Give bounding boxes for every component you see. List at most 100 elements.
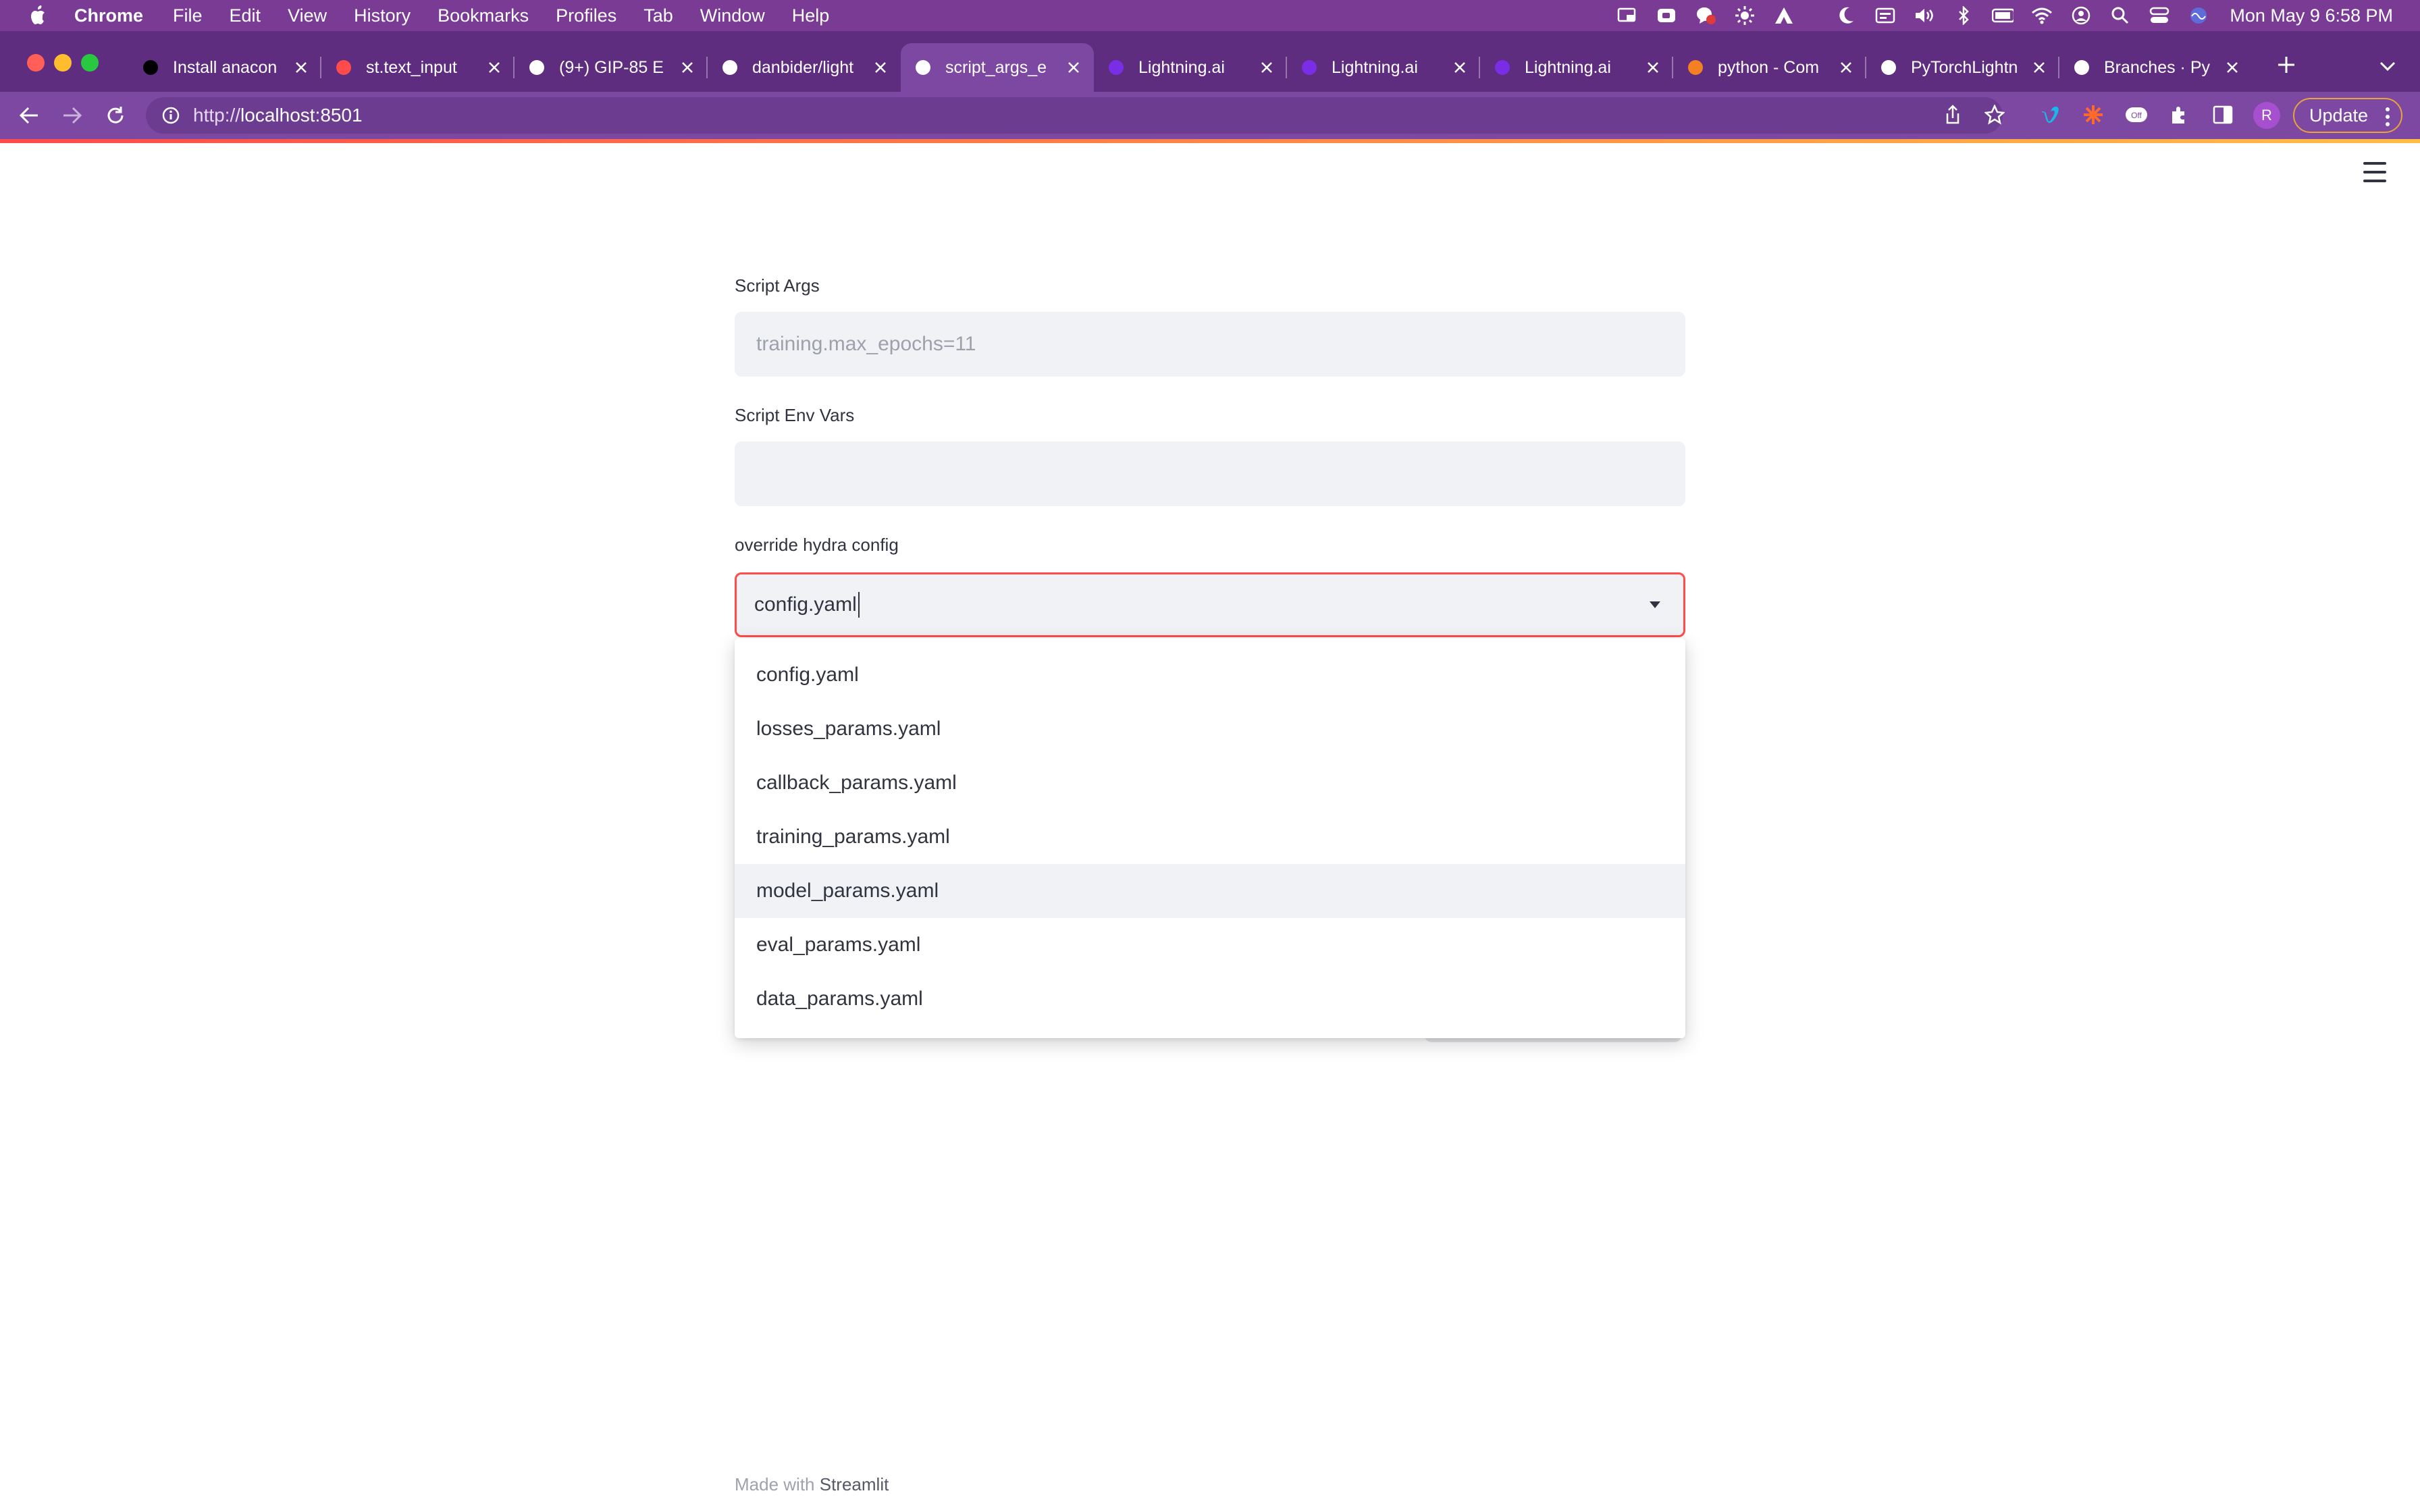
notion-icon xyxy=(527,57,547,78)
tab-close-icon[interactable] xyxy=(1837,58,1856,77)
url-scheme: http:// xyxy=(193,105,241,126)
browser-tab[interactable]: Lightning.ai xyxy=(1287,43,1480,92)
apple-logo-icon[interactable] xyxy=(27,4,50,27)
github-icon xyxy=(2072,57,2092,78)
menu-edit[interactable]: Edit xyxy=(230,5,261,26)
url-text[interactable]: http://localhost:8501 xyxy=(193,105,363,126)
cookie-extension-icon[interactable]: Off xyxy=(2123,101,2150,128)
forward-arrow-icon[interactable] xyxy=(58,101,86,130)
browser-tab[interactable]: script_args_e xyxy=(901,43,1094,92)
tab-close-icon[interactable] xyxy=(1064,58,1083,77)
hamburger-menu-icon[interactable] xyxy=(2363,162,2386,182)
streamlit-link[interactable]: Streamlit xyxy=(820,1474,889,1494)
update-button[interactable]: Update xyxy=(2293,98,2402,133)
siri-icon[interactable] xyxy=(2188,5,2209,26)
tab-close-icon[interactable] xyxy=(678,58,697,77)
battery-icon[interactable] xyxy=(1992,5,2014,26)
asterisk-extension-icon[interactable] xyxy=(2080,101,2107,128)
window-zoom-button[interactable] xyxy=(81,54,99,72)
tab-close-icon[interactable] xyxy=(1257,58,1276,77)
browser-tab[interactable]: (9+) GIP-85 E xyxy=(515,43,708,92)
caret-down-icon[interactable] xyxy=(1648,600,1662,610)
notification-badge-icon[interactable] xyxy=(1695,5,1716,26)
dropdown-option[interactable]: callback_params.yaml xyxy=(735,756,1685,810)
menu-bookmarks[interactable]: Bookmarks xyxy=(438,5,529,26)
tab-close-icon[interactable] xyxy=(1450,58,1469,77)
menu-profiles[interactable]: Profiles xyxy=(556,5,616,26)
browser-tab[interactable]: Install anacon xyxy=(128,43,321,92)
site-info-icon[interactable] xyxy=(161,105,181,126)
script-env-vars-input[interactable] xyxy=(756,462,1685,485)
browser-tab[interactable]: danbider/light xyxy=(708,43,901,92)
dropdown-option[interactable]: config.yaml xyxy=(735,648,1685,702)
side-panel-icon[interactable] xyxy=(2209,101,2236,128)
menu-file[interactable]: File xyxy=(173,5,203,26)
kebab-menu-icon[interactable] xyxy=(2385,107,2390,126)
volume-icon[interactable] xyxy=(1914,5,1935,26)
screen-share-icon[interactable] xyxy=(1616,5,1638,26)
menu-tab[interactable]: Tab xyxy=(643,5,673,26)
menu-window[interactable]: Window xyxy=(700,5,765,26)
tab-close-icon[interactable] xyxy=(292,58,311,77)
extensions-puzzle-icon[interactable] xyxy=(2166,101,2193,128)
dropdown-option[interactable]: losses_params.yaml xyxy=(735,702,1685,756)
spotlight-search-icon[interactable] xyxy=(2109,5,2131,26)
url-host: localhost:8501 xyxy=(240,105,363,126)
reload-icon[interactable] xyxy=(101,101,130,130)
github-icon xyxy=(720,57,740,78)
calendar-icon[interactable] xyxy=(1874,5,1896,26)
tab-title: script_args_e xyxy=(945,57,1047,77)
menu-view[interactable]: View xyxy=(288,5,327,26)
tab-search-chevron-down-icon[interactable] xyxy=(2377,55,2398,77)
vimeo-extension-icon[interactable] xyxy=(2036,101,2063,128)
browser-tab[interactable]: Lightning.ai xyxy=(1094,43,1287,92)
wifi-icon[interactable] xyxy=(2031,5,2053,26)
address-bar[interactable]: http://localhost:8501 xyxy=(146,97,2003,134)
control-center-icon[interactable] xyxy=(2149,5,2170,26)
text-cursor xyxy=(858,592,860,618)
menu-history[interactable]: History xyxy=(354,5,411,26)
browser-tab[interactable]: st.text_input xyxy=(321,43,515,92)
tab-title: Lightning.ai xyxy=(1332,57,1418,77)
menubar-clock[interactable]: Mon May 9 6:58 PM xyxy=(2230,5,2393,26)
dropdown-option[interactable]: training_params.yaml xyxy=(735,810,1685,864)
tab-close-icon[interactable] xyxy=(871,58,890,77)
dropdown-option[interactable]: model_params.yaml xyxy=(735,864,1685,918)
script-args-field[interactable] xyxy=(735,312,1685,377)
dropdown-option[interactable]: eval_params.yaml xyxy=(735,918,1685,972)
hydra-config-options-list: config.yaml losses_params.yaml callback_pa… xyxy=(735,639,1685,1038)
new-tab-plus-icon[interactable] xyxy=(2274,53,2298,77)
tab-close-icon[interactable] xyxy=(2223,58,2242,77)
browser-tab[interactable]: Lightning.ai xyxy=(1480,43,1673,92)
brightness-icon[interactable] xyxy=(1734,5,1756,26)
tab-close-icon[interactable] xyxy=(1643,58,1662,77)
adobe-icon[interactable] xyxy=(1773,5,1795,26)
hydra-config-select[interactable]: config.yaml xyxy=(735,572,1685,637)
hydra-config-select-value[interactable]: config.yaml xyxy=(754,593,857,616)
browser-tab[interactable]: python - Com xyxy=(1673,43,1866,92)
tab-close-icon[interactable] xyxy=(485,58,504,77)
moon-icon[interactable] xyxy=(1835,5,1857,26)
window-close-button[interactable] xyxy=(27,54,45,72)
browser-tab[interactable]: PyTorchLightn xyxy=(1866,43,2059,92)
browser-tab[interactable]: Branches · Py xyxy=(2059,43,2253,92)
menu-help[interactable]: Help xyxy=(792,5,830,26)
bluetooth-icon[interactable] xyxy=(1953,5,1974,26)
dropdown-option[interactable]: data_params.yaml xyxy=(735,972,1685,1026)
window-minimize-button[interactable] xyxy=(54,54,72,72)
user-circle-icon[interactable] xyxy=(2070,5,2092,26)
streamlit-crown-icon xyxy=(913,57,933,78)
script-args-input[interactable] xyxy=(756,333,1685,356)
profile-avatar[interactable]: R xyxy=(2253,102,2280,129)
script-env-vars-field[interactable] xyxy=(735,441,1685,506)
bookmark-star-icon[interactable] xyxy=(1982,103,2007,127)
app-name[interactable]: Chrome xyxy=(74,5,143,26)
github-icon xyxy=(1878,57,1899,78)
back-arrow-icon[interactable] xyxy=(15,101,43,130)
hydra-config-label: override hydra config xyxy=(735,535,899,555)
tab-close-icon[interactable] xyxy=(2030,58,2049,77)
share-icon[interactable] xyxy=(1941,103,1965,127)
tab-title: danbider/light xyxy=(752,57,854,77)
video-icon[interactable] xyxy=(1656,5,1677,26)
tab-list: Install anacon st.text_input (9+) GIP-85 E… xyxy=(128,43,2253,92)
